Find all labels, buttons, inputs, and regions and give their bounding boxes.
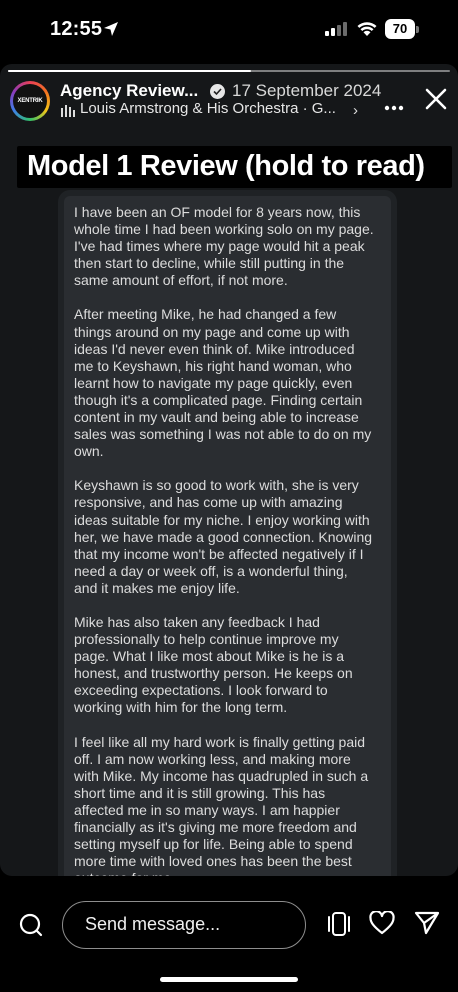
review-paragraph: I feel like all my hard work is finally … [74,733,369,876]
review-paragraph: After meeting Mike, he had changed a few… [74,306,372,460]
avatar-image: XENTRIK [13,84,47,118]
story-date: 17 September 2024 [232,81,382,100]
cellular-signal-icon [325,22,347,41]
banner-title: Model 1 Review (hold to read) [27,150,425,182]
story-viewer[interactable]: XENTRIK Agency Review... 17 September 20… [0,64,458,876]
story-title-banner: Model 1 Review (hold to read) [17,146,452,188]
battery-indicator: 70 [385,19,419,39]
verified-badge-icon [210,84,225,99]
review-paragraph: Mike has also taken any feedback I had p… [74,613,353,716]
music-track-label[interactable]: Louis Armstrong & His Orchestra · G... [80,100,336,117]
review-text: I have been an OF model for 8 years now,… [74,204,374,876]
heart-icon[interactable] [369,910,395,940]
send-icon[interactable] [414,911,440,940]
avatar-logo-text: XENTRIK [17,98,43,104]
bottom-bar: Send message... [0,876,458,992]
home-indicator [160,977,298,982]
camera-icon[interactable] [19,913,43,942]
message-placeholder: Send message... [85,914,221,934]
battery-tip [416,26,419,33]
stickers-icon[interactable] [327,911,351,942]
avatar[interactable]: XENTRIK [10,81,50,121]
clock-time: 12:55 [50,18,103,40]
send-message-input[interactable]: Send message... [62,901,306,949]
story-progress-fill [8,70,252,72]
battery-level: 70 [385,19,415,39]
more-horizontal-icon[interactable] [384,98,404,116]
close-icon[interactable] [425,88,447,115]
chevron-right-icon: › [353,102,358,119]
review-paragraph: I have been an OF model for 8 years now,… [74,204,374,289]
location-arrow-icon [103,21,119,42]
wifi-icon [356,20,378,42]
status-bar: 12:55 70 [0,0,458,62]
account-name[interactable]: Agency Review... [60,81,198,101]
story-progress-bar [8,70,450,72]
music-bars-icon [61,104,75,122]
review-screenshot: I have been an OF model for 8 years now,… [64,196,391,876]
review-paragraph: Keyshawn is so good to work with, she is… [74,477,373,596]
